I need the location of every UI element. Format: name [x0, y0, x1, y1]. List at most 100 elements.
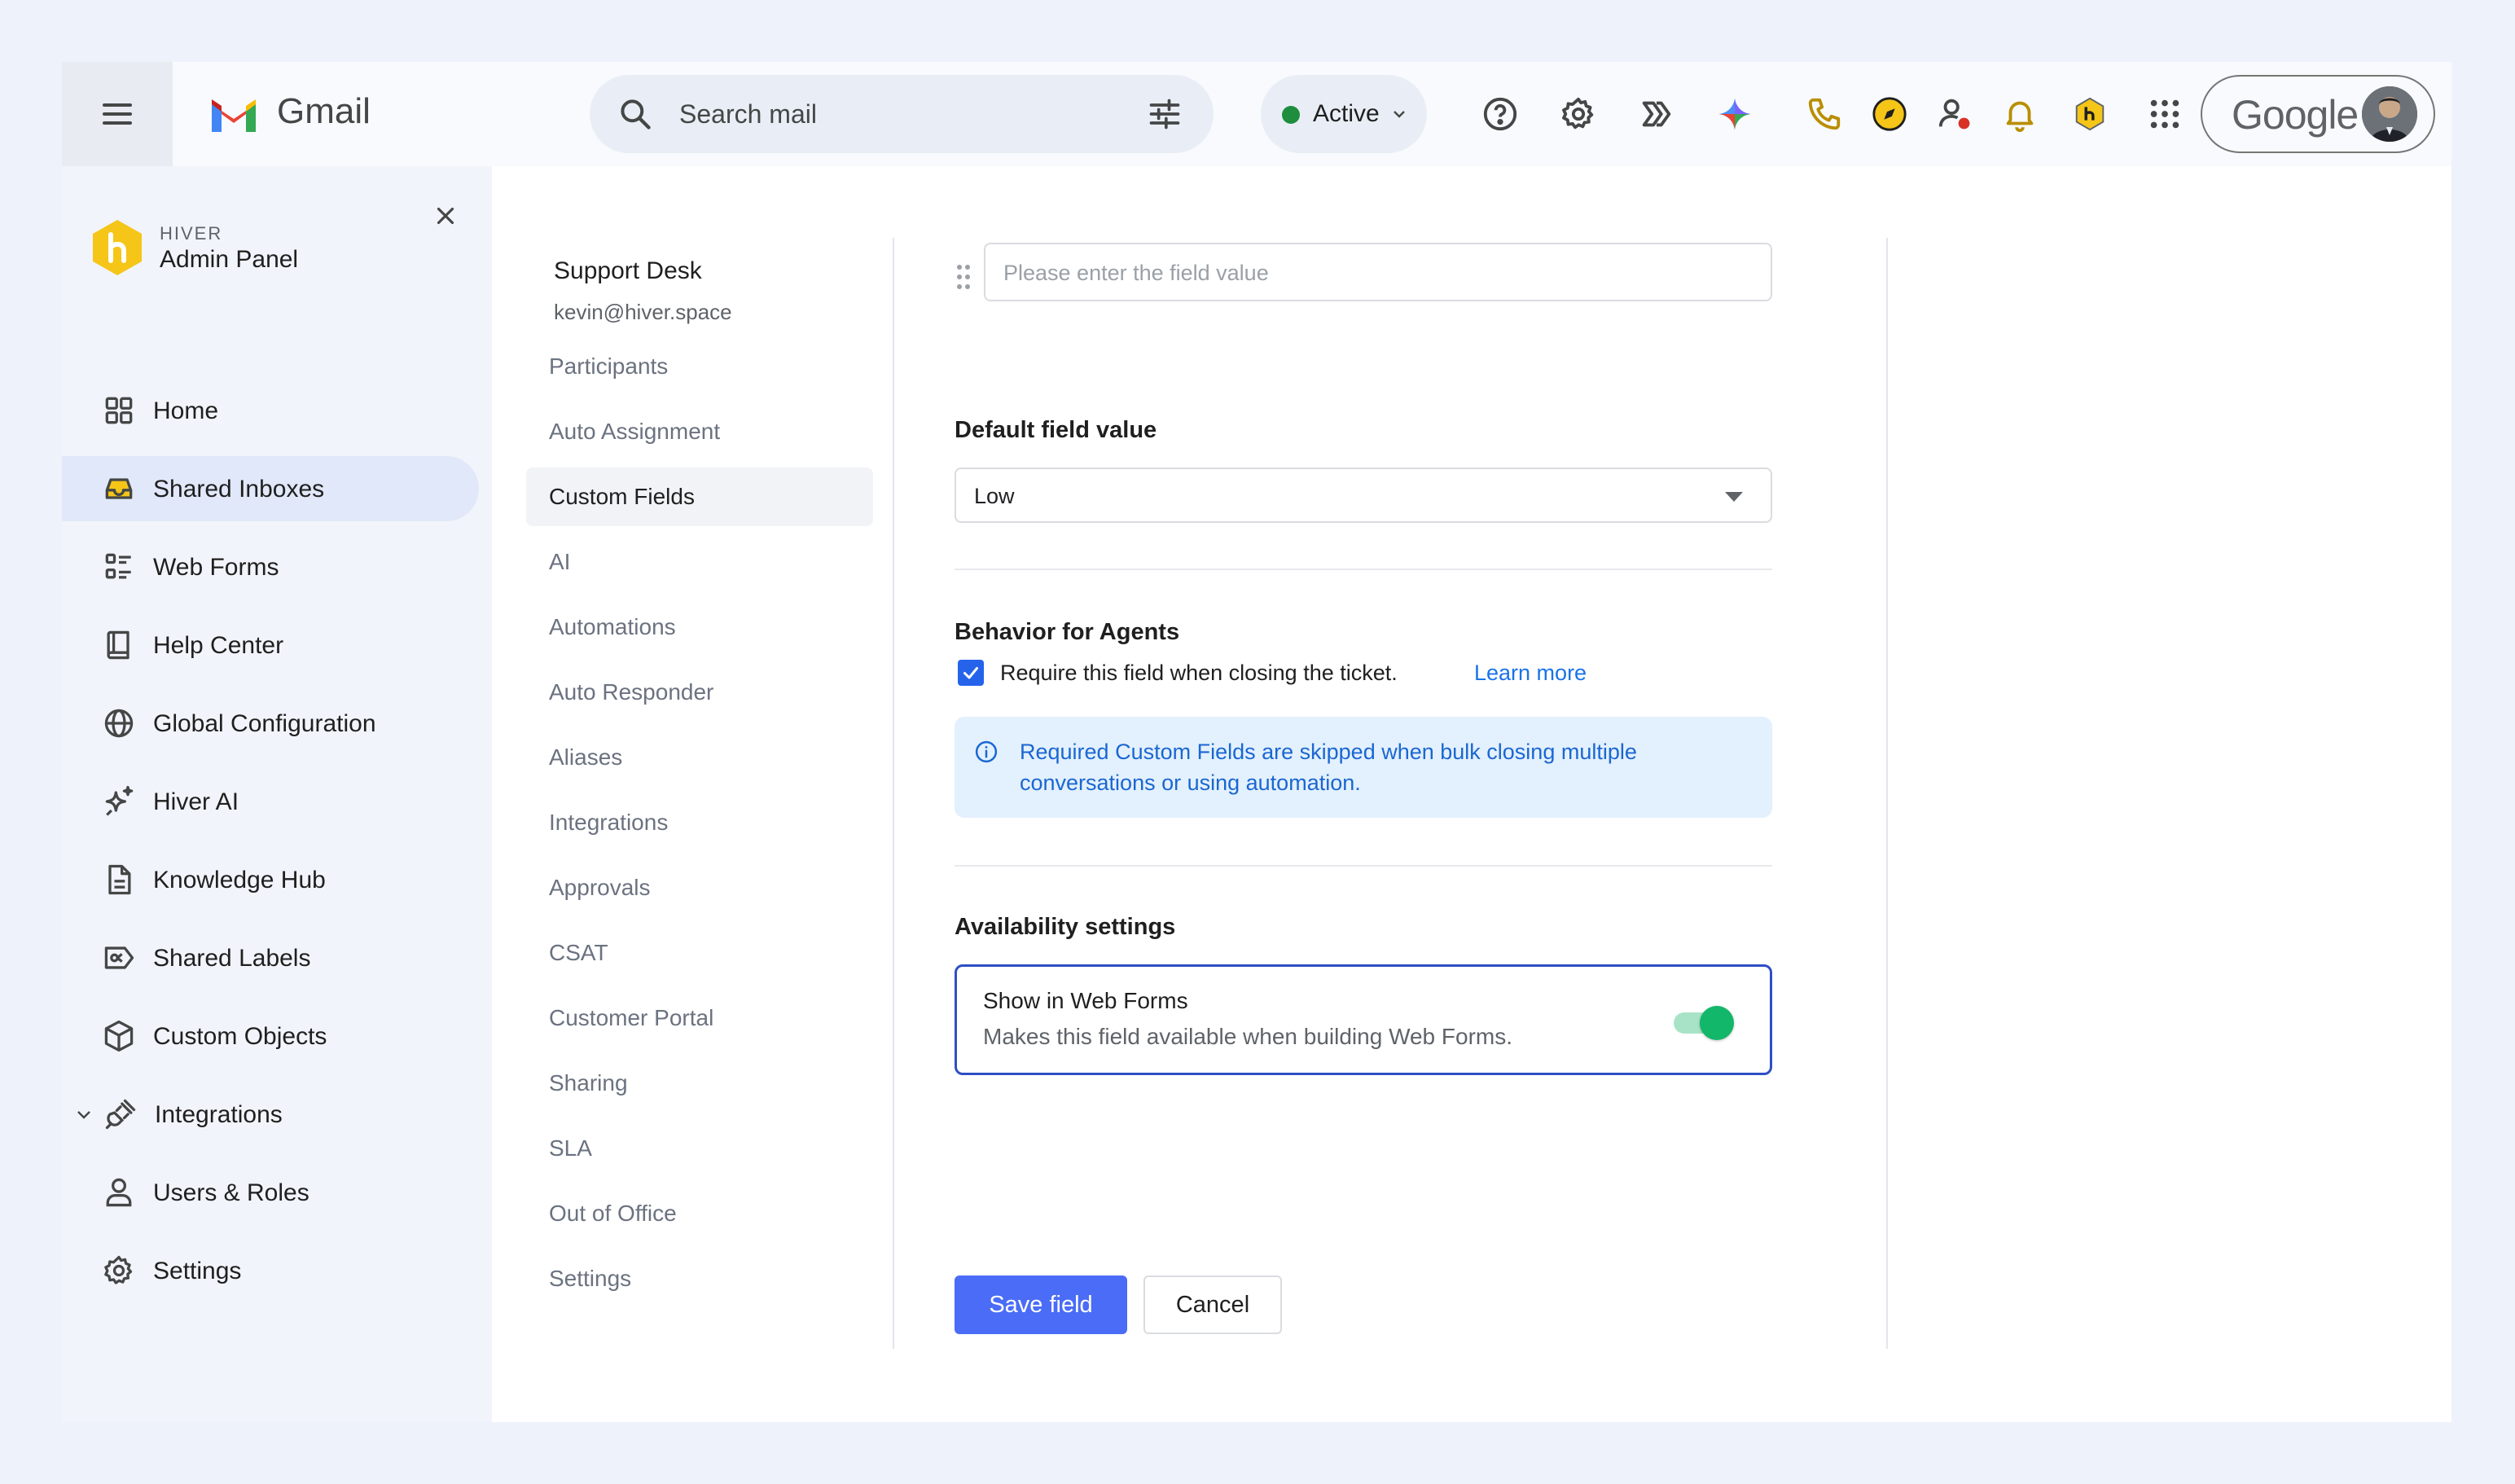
- submenu-item-integrations[interactable]: Integrations: [526, 793, 873, 852]
- status-dropdown[interactable]: Active: [1261, 75, 1427, 153]
- toggle-knob: [1700, 1006, 1734, 1040]
- brand-small-label: HIVER: [160, 223, 223, 244]
- google-wordmark: Google: [2232, 92, 2359, 138]
- hiver-icon[interactable]: [2069, 93, 2111, 135]
- default-value-label: Default field value: [955, 417, 1157, 443]
- submenu-item-ai[interactable]: AI: [526, 533, 873, 591]
- availability-heading: Availability settings: [955, 914, 1176, 940]
- sidebar-item-integrations[interactable]: Integrations: [62, 1082, 479, 1147]
- sidebar-item-label: Global Configuration: [153, 710, 376, 737]
- submenu-label: Auto Assignment: [549, 419, 721, 444]
- submenu-item-customer-portal[interactable]: Customer Portal: [526, 989, 873, 1047]
- gemini-icon[interactable]: [1714, 93, 1756, 135]
- behavior-heading: Behavior for Agents: [955, 619, 1180, 645]
- close-icon[interactable]: [432, 202, 459, 230]
- web-forms-card: Show in Web Forms Makes this field avail…: [955, 964, 1772, 1075]
- drag-handle-icon[interactable]: [955, 262, 972, 292]
- info-icon: [975, 740, 998, 763]
- sidebar-item-settings[interactable]: Settings: [62, 1238, 479, 1303]
- main-menu-button[interactable]: [62, 62, 173, 166]
- sidebar-item-custom-objects[interactable]: Custom Objects: [62, 1003, 479, 1069]
- book-icon: [107, 630, 129, 660]
- admin-sidebar: HIVER Admin Panel Home Shared Inboxes We…: [62, 166, 492, 1422]
- app-window: Gmail Search mail Active Google HIVER Ad…: [62, 62, 2451, 1422]
- submenu-label: SLA: [549, 1135, 592, 1161]
- check-icon: [963, 667, 978, 679]
- submenu-item-participants[interactable]: Participants: [526, 337, 873, 396]
- sidebar-item-help-center[interactable]: Help Center: [62, 612, 479, 678]
- sparkle-icon: [105, 785, 134, 816]
- submenu-item-auto-assignment[interactable]: Auto Assignment: [526, 402, 873, 461]
- sidebar-item-hiver-ai[interactable]: Hiver AI: [62, 769, 479, 834]
- avatar[interactable]: [2362, 86, 2417, 142]
- sidebar-item-label: Shared Inboxes: [153, 476, 325, 503]
- submenu-label: Custom Fields: [549, 484, 695, 509]
- help-icon[interactable]: [1479, 93, 1521, 135]
- submenu-label: Customer Portal: [549, 1005, 714, 1030]
- default-value-select[interactable]: Low: [955, 468, 1772, 523]
- phone-icon[interactable]: [1803, 93, 1846, 135]
- tune-icon[interactable]: [1147, 96, 1183, 132]
- gmail-wordmark: Gmail: [277, 91, 371, 131]
- sidebar-item-shared-labels[interactable]: Shared Labels: [62, 925, 479, 990]
- chevron-down-icon[interactable]: [75, 1106, 93, 1124]
- sidebar-item-shared-inboxes[interactable]: Shared Inboxes: [62, 456, 479, 521]
- label-icon: [104, 946, 134, 969]
- gmail-topbar: Gmail Search mail Active Google: [62, 62, 2451, 166]
- section-divider: [955, 865, 1772, 867]
- sidebar-item-users-roles[interactable]: Users & Roles: [62, 1160, 479, 1225]
- submenu-item-sla[interactable]: SLA: [526, 1119, 873, 1178]
- submenu-item-settings[interactable]: Settings: [526, 1249, 873, 1308]
- apps-grid-icon[interactable]: [2144, 93, 2186, 135]
- sidebar-item-knowledge-hub[interactable]: Knowledge Hub: [62, 847, 479, 912]
- submenu-item-approvals[interactable]: Approvals: [526, 858, 873, 917]
- search-bar[interactable]: Search mail: [590, 75, 1214, 153]
- search-input[interactable]: Search mail: [679, 99, 817, 130]
- gear-icon: [104, 1255, 133, 1284]
- sidebar-item-web-forms[interactable]: Web Forms: [62, 534, 479, 599]
- submenu-item-sharing[interactable]: Sharing: [526, 1054, 873, 1113]
- google-account-button[interactable]: Google: [2201, 75, 2435, 153]
- submenu-label: Out of Office: [549, 1201, 677, 1226]
- user-icon: [106, 1178, 132, 1207]
- submenu-item-out-of-office[interactable]: Out of Office: [526, 1184, 873, 1243]
- submenu-item-csat[interactable]: CSAT: [526, 924, 873, 982]
- sidebar-item-label: Settings: [153, 1258, 242, 1284]
- require-field-checkbox[interactable]: [958, 660, 984, 686]
- search-icon[interactable]: [617, 96, 653, 132]
- submenu-label: Automations: [549, 614, 676, 639]
- submenu-label: Approvals: [549, 875, 651, 900]
- sidebar-item-label: Hiver AI: [153, 788, 239, 815]
- sidebar-item-global-configuration[interactable]: Global Configuration: [62, 691, 479, 756]
- submenu-item-aliases[interactable]: Aliases: [526, 728, 873, 787]
- cube-icon: [104, 1020, 134, 1052]
- submenu-label: Integrations: [549, 810, 669, 835]
- bell-icon[interactable]: [1999, 93, 2041, 135]
- field-value-input[interactable]: [1003, 261, 1736, 286]
- web-forms-toggle[interactable]: [1669, 1004, 1734, 1040]
- section-divider: [955, 569, 1772, 570]
- sidebar-item-label: Users & Roles: [153, 1179, 309, 1206]
- sidebar-item-home[interactable]: Home: [62, 378, 479, 443]
- info-banner-text: Required Custom Fields are skipped when …: [1020, 740, 1637, 795]
- compass-icon[interactable]: [1868, 93, 1911, 135]
- apps-script-icon[interactable]: [1635, 93, 1678, 135]
- user-alert-icon[interactable]: [1933, 93, 1976, 135]
- submenu-label: Aliases: [549, 744, 623, 770]
- save-field-button[interactable]: Save field: [955, 1275, 1127, 1334]
- submenu-item-auto-responder[interactable]: Auto Responder: [526, 663, 873, 722]
- submenu-item-custom-fields[interactable]: Custom Fields: [526, 468, 873, 526]
- submenu-item-automations[interactable]: Automations: [526, 598, 873, 656]
- inbox-icon: [105, 478, 133, 499]
- submenu-label: Sharing: [549, 1070, 628, 1095]
- sidebar-item-label: Shared Labels: [153, 945, 311, 972]
- learn-more-link[interactable]: Learn more: [1474, 661, 1587, 686]
- submenu-label: AI: [549, 549, 571, 574]
- inbox-name: Support Desk: [554, 257, 702, 284]
- settings-icon[interactable]: [1557, 93, 1600, 135]
- status-dot: [1282, 106, 1300, 124]
- cancel-button[interactable]: Cancel: [1143, 1275, 1282, 1334]
- sidebar-item-label: Web Forms: [153, 554, 279, 581]
- chevron-down-icon: [1394, 111, 1405, 118]
- column-divider: [1886, 238, 1888, 1349]
